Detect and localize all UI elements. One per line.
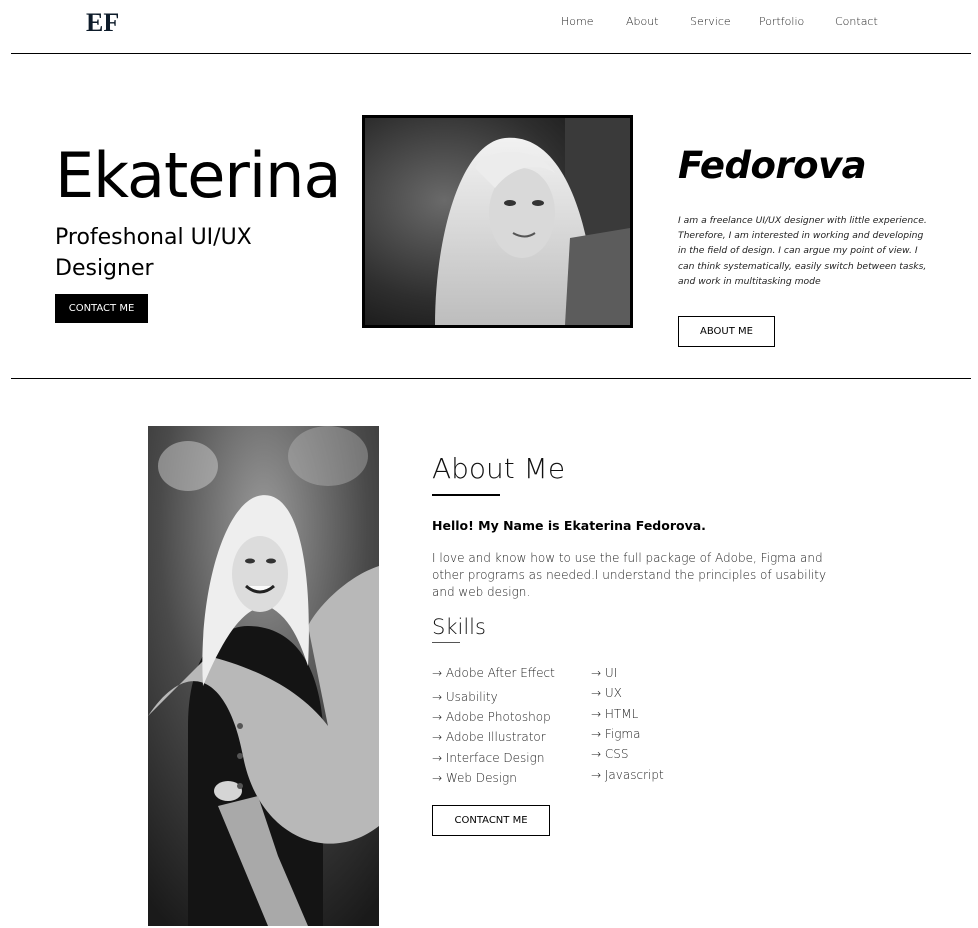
skills-title-underline [432, 642, 460, 643]
about-body: I love and know how to use the full pack… [432, 551, 827, 599]
skill-item: → Web Design [432, 771, 517, 785]
nav-item-contact[interactable]: Contact [835, 15, 878, 28]
skill-item: → Adobe Illustrator [432, 730, 546, 744]
hero-contact-button[interactable]: CONTACT ME [55, 294, 148, 323]
main-nav: Home About Service Portfolio Contact [0, 15, 978, 31]
skill-item: → Adobe After Effect [432, 666, 555, 680]
about-title-underline [432, 494, 500, 496]
about-greeting: Hello! My Name is Ekaterina Fedorova. [432, 518, 706, 533]
skill-item: → UX [591, 686, 622, 700]
hero-first-name: Ekaterina [55, 139, 341, 212]
nav-item-about[interactable]: About [626, 15, 659, 28]
skill-item: → Usability [432, 690, 498, 704]
hero-last-name: Fedorova [678, 144, 867, 187]
nav-item-portfolio[interactable]: Portfolio [759, 15, 804, 28]
skill-item: → Adobe Photoshop [432, 710, 551, 724]
hero-portrait-image [365, 118, 630, 325]
skill-item: → Figma [591, 727, 641, 741]
skills-title: Skills [432, 615, 486, 639]
skill-item: → HTML [591, 707, 639, 721]
about-me-button[interactable]: ABOUT ME [678, 316, 775, 347]
nav-item-home[interactable]: Home [561, 15, 593, 28]
hero-description: I am a freelance UI/UX designer with lit… [678, 215, 927, 287]
skill-item: → Interface Design [432, 751, 545, 765]
about-portrait-image [148, 426, 379, 926]
skill-item: → Javascript [591, 768, 664, 782]
header-divider [11, 53, 971, 54]
nav-item-service[interactable]: Service [690, 15, 731, 28]
about-contact-button[interactable]: CONTACNT ME [432, 805, 550, 836]
about-title: About Me [432, 452, 566, 485]
skill-item: → CSS [591, 747, 629, 761]
hero-portrait [362, 115, 633, 328]
hero-divider [11, 378, 971, 379]
hero-role: Profeshonal UI/UX Designer [55, 225, 252, 281]
about-portrait [148, 426, 379, 926]
skill-item: → UI [591, 666, 618, 680]
